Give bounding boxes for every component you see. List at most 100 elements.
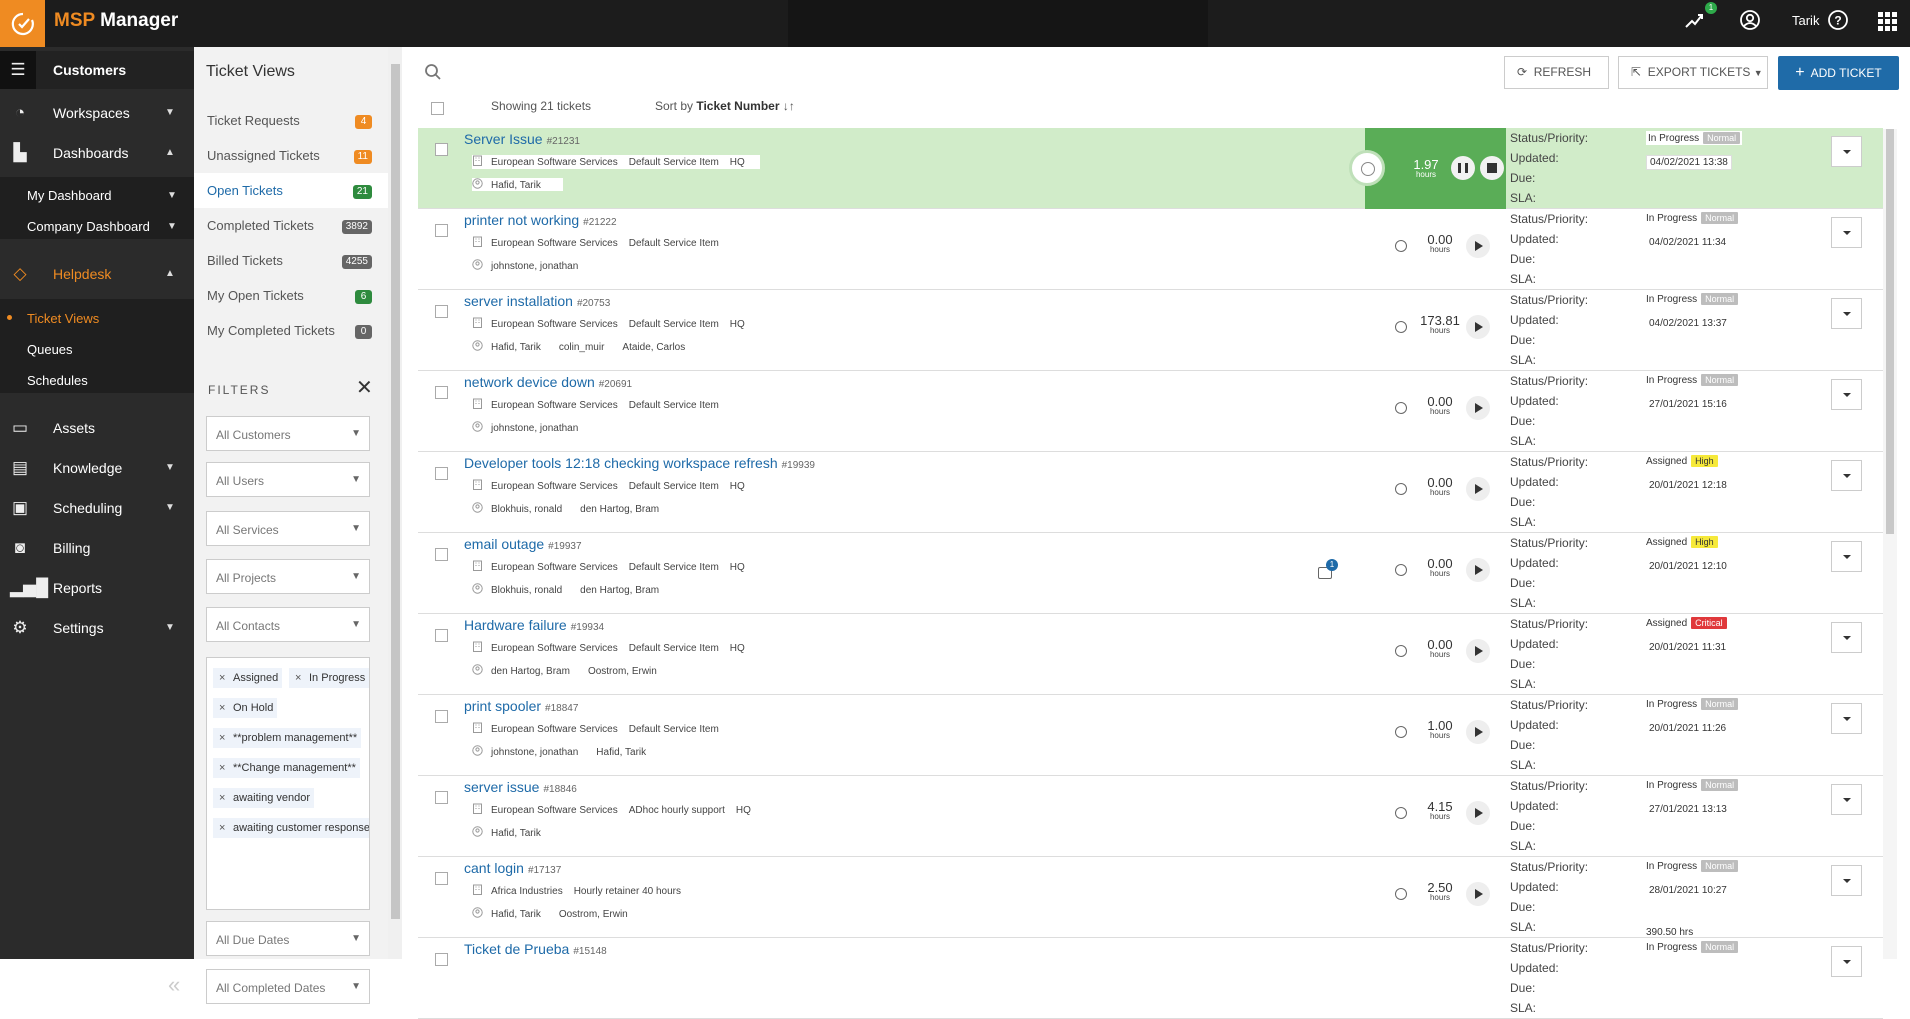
row-actions-dropdown[interactable] bbox=[1831, 379, 1862, 410]
row-checkbox[interactable] bbox=[435, 467, 448, 480]
row-actions-dropdown[interactable] bbox=[1831, 460, 1862, 491]
ticket-title-link[interactable]: email outage #19937 bbox=[464, 536, 582, 552]
status-tag[interactable]: × awaiting vendor bbox=[213, 788, 315, 808]
ticket-title-link[interactable]: Server Issue #21231 bbox=[464, 131, 580, 147]
sidebar-item-ticket-views[interactable]: Ticket Views bbox=[0, 303, 194, 333]
user-name[interactable]: Tarik bbox=[1792, 13, 1819, 28]
filter-select-all-contacts[interactable]: All Contacts ▼ bbox=[206, 607, 370, 642]
search-icon[interactable] bbox=[424, 63, 442, 86]
ticket-title-link[interactable]: Ticket de Prueba #15148 bbox=[464, 941, 607, 957]
play-button[interactable] bbox=[1466, 315, 1490, 339]
status-tag[interactable]: × **Change management** bbox=[213, 758, 360, 778]
ticket-row[interactable]: Hardware failure #19934 European Software … bbox=[418, 614, 1883, 695]
row-actions-dropdown[interactable] bbox=[1831, 946, 1862, 977]
ticket-row[interactable]: email outage #19937 European Software Serv… bbox=[418, 533, 1883, 614]
row-actions-dropdown[interactable] bbox=[1831, 703, 1862, 734]
status-tag[interactable]: × Assigned bbox=[213, 668, 283, 688]
add-ticket-button[interactable]: + ADD TICKET bbox=[1778, 56, 1899, 90]
row-checkbox[interactable] bbox=[435, 548, 448, 561]
scrollbar-thumb[interactable] bbox=[391, 64, 400, 919]
filter-select-all-users[interactable]: All Users ▼ bbox=[206, 462, 370, 497]
status-tag[interactable]: × In Progress bbox=[289, 668, 369, 688]
remove-tag-icon[interactable]: × bbox=[219, 758, 225, 778]
pause-button[interactable] bbox=[1451, 156, 1475, 180]
row-checkbox[interactable] bbox=[435, 629, 448, 642]
ticket-title-link[interactable]: server issue #18846 bbox=[464, 779, 577, 795]
status-tag[interactable]: × awaiting customer response bbox=[213, 818, 369, 838]
row-checkbox[interactable] bbox=[435, 872, 448, 885]
sidebar-item-company-dashboard[interactable]: Company Dashboard ▼ bbox=[0, 211, 194, 241]
collapse-sidebar-icon[interactable]: « bbox=[168, 972, 180, 998]
panel-scrollbar[interactable] bbox=[388, 47, 402, 959]
remove-tag-icon[interactable]: × bbox=[219, 668, 225, 688]
filter-select-all-projects[interactable]: All Projects ▼ bbox=[206, 559, 370, 594]
apps-grid-icon[interactable] bbox=[1877, 11, 1897, 36]
user-icon[interactable] bbox=[1739, 9, 1761, 36]
ticket-view-my-open-tickets[interactable]: My Open Tickets 6 bbox=[194, 278, 388, 313]
filter-select-all-completed-dates[interactable]: All Completed Dates ▼ bbox=[206, 969, 370, 1004]
sidebar-item-queues[interactable]: Queues bbox=[0, 334, 194, 364]
ticket-view-open-tickets[interactable]: Open Tickets 21 bbox=[194, 173, 388, 208]
remove-tag-icon[interactable]: × bbox=[219, 698, 225, 718]
remove-tag-icon[interactable]: × bbox=[219, 818, 225, 838]
ticket-view-billed-tickets[interactable]: Billed Tickets 4255 bbox=[194, 243, 388, 278]
row-checkbox[interactable] bbox=[435, 386, 448, 399]
ticket-title-link[interactable]: cant login #17137 bbox=[464, 860, 561, 876]
ticket-view-completed-tickets[interactable]: Completed Tickets 3892 bbox=[194, 208, 388, 243]
status-tag[interactable]: × **problem management** bbox=[213, 728, 362, 748]
sidebar-item-assets[interactable]: ▭ Assets bbox=[0, 409, 194, 447]
row-actions-dropdown[interactable] bbox=[1831, 298, 1862, 329]
row-actions-dropdown[interactable] bbox=[1831, 541, 1862, 572]
ticket-view-my-completed-tickets[interactable]: My Completed Tickets 0 bbox=[194, 313, 388, 348]
status-filter-tags[interactable]: × Assigned × In Progress × On Hold × **problem … bbox=[206, 657, 370, 910]
activity-icon[interactable] bbox=[1684, 9, 1706, 36]
filter-select-all-customers[interactable]: All Customers ▼ bbox=[206, 416, 370, 451]
play-button[interactable] bbox=[1466, 720, 1490, 744]
filter-select-all-services[interactable]: All Services ▼ bbox=[206, 511, 370, 546]
filter-select-all-due-dates[interactable]: All Due Dates ▼ bbox=[206, 921, 370, 956]
ticket-title-link[interactable]: server installation #20753 bbox=[464, 293, 610, 309]
app-logo[interactable] bbox=[0, 0, 45, 47]
scrollbar-thumb[interactable] bbox=[1886, 129, 1894, 534]
sort-control[interactable]: Sort by Ticket Number ↓↑ bbox=[655, 99, 795, 113]
ticket-row[interactable]: cant login #17137 Africa Industries Hourly … bbox=[418, 857, 1883, 938]
ticket-row[interactable]: network device down #20691 European Softwa… bbox=[418, 371, 1883, 452]
row-checkbox[interactable] bbox=[435, 143, 448, 156]
row-actions-dropdown[interactable] bbox=[1831, 784, 1862, 815]
ticket-view-ticket-requests[interactable]: Ticket Requests 4 bbox=[194, 103, 388, 138]
refresh-button[interactable]: ⟳ REFRESH bbox=[1504, 56, 1609, 89]
ticket-row[interactable]: server issue #18846 European Software Serv… bbox=[418, 776, 1883, 857]
ticket-title-link[interactable]: Developer tools 12:18 checking workspace… bbox=[464, 455, 815, 471]
ticket-row[interactable]: server installation #20753 European Softwa… bbox=[418, 290, 1883, 371]
play-button[interactable] bbox=[1466, 234, 1490, 258]
play-button[interactable] bbox=[1466, 477, 1490, 501]
status-tag[interactable]: × On Hold bbox=[213, 698, 278, 718]
row-checkbox[interactable] bbox=[435, 953, 448, 966]
row-actions-dropdown[interactable] bbox=[1831, 622, 1862, 653]
row-checkbox[interactable] bbox=[435, 224, 448, 237]
sidebar-item-schedules[interactable]: Schedules bbox=[0, 365, 194, 395]
comment-icon[interactable]: 1 bbox=[1318, 559, 1338, 579]
ticket-row[interactable]: Developer tools 12:18 checking workspace… bbox=[418, 452, 1883, 533]
stop-button[interactable] bbox=[1480, 156, 1504, 180]
ticket-row[interactable]: printer not working #21222 European Softwa… bbox=[418, 209, 1883, 290]
list-scrollbar[interactable] bbox=[1883, 129, 1897, 959]
sidebar-item-customers[interactable]: ☰ Customers bbox=[0, 51, 194, 89]
remove-tag-icon[interactable]: × bbox=[219, 728, 225, 748]
row-checkbox[interactable] bbox=[435, 710, 448, 723]
remove-tag-icon[interactable]: × bbox=[295, 668, 301, 688]
ticket-title-link[interactable]: Hardware failure #19934 bbox=[464, 617, 604, 633]
sidebar-item-helpdesk[interactable]: ◇ Helpdesk ▲ bbox=[0, 255, 194, 293]
sidebar-item-billing[interactable]: ◙ Billing bbox=[0, 529, 194, 567]
sidebar-item-dashboards[interactable]: ▙ Dashboards ▲ bbox=[0, 134, 194, 172]
play-button[interactable] bbox=[1466, 801, 1490, 825]
row-actions-dropdown[interactable] bbox=[1831, 136, 1862, 167]
sidebar-item-my-dashboard[interactable]: My Dashboard ▼ bbox=[0, 180, 194, 210]
remove-tag-icon[interactable]: × bbox=[219, 788, 225, 808]
ticket-row[interactable]: Ticket de Prueba #15148 Status/Priority: Up… bbox=[418, 938, 1883, 1019]
row-actions-dropdown[interactable] bbox=[1831, 217, 1862, 248]
row-checkbox[interactable] bbox=[435, 305, 448, 318]
sidebar-item-knowledge[interactable]: ▤ Knowledge ▼ bbox=[0, 449, 194, 487]
play-button[interactable] bbox=[1466, 882, 1490, 906]
ticket-row[interactable]: Server Issue #21231 European Software Serv… bbox=[418, 128, 1883, 209]
